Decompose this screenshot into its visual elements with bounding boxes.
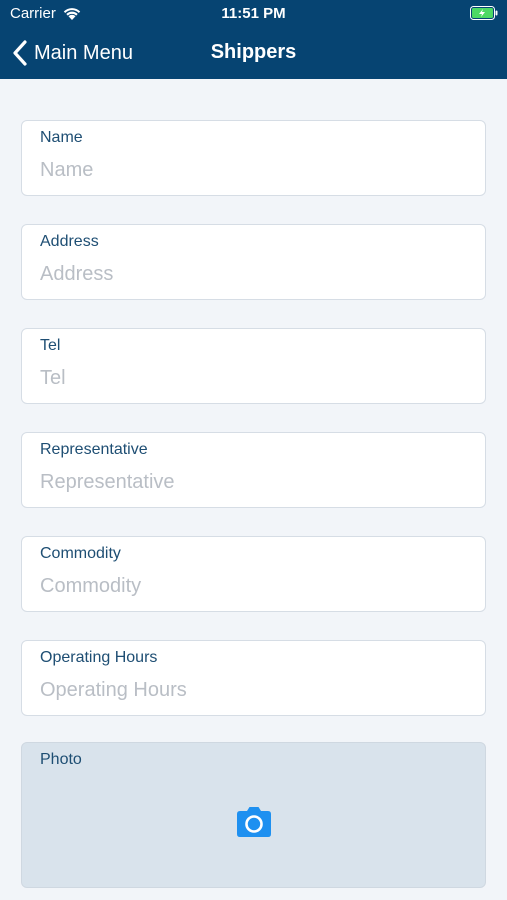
representative-label: Representative [40, 441, 148, 458]
commodity-label: Commodity [40, 545, 121, 562]
status-bar: Carrier 11:51 PM [0, 0, 507, 28]
app-header: Carrier 11:51 PM Main Menu Shippers [0, 0, 507, 79]
address-label: Address [40, 233, 99, 250]
navigation-bar: Main Menu Shippers [0, 28, 507, 79]
commodity-field: Commodity [21, 536, 486, 612]
representative-input[interactable] [40, 467, 465, 497]
camera-icon[interactable] [236, 806, 272, 838]
address-input[interactable] [40, 259, 465, 289]
commodity-input[interactable] [40, 571, 465, 601]
photo-label: Photo [40, 751, 82, 768]
page-title: Shippers [210, 41, 297, 63]
operating-hours-label: Operating Hours [40, 649, 158, 666]
tel-input[interactable] [40, 363, 465, 393]
operating-hours-input[interactable] [40, 675, 465, 705]
photo-field: Photo [21, 742, 486, 888]
tel-label: Tel [40, 337, 61, 354]
battery-charging-icon [470, 6, 498, 20]
name-field: Name [21, 120, 486, 196]
name-label: Name [40, 129, 83, 146]
tel-field: Tel [21, 328, 486, 404]
representative-field: Representative [21, 432, 486, 508]
name-input[interactable] [40, 155, 465, 185]
operating-hours-field: Operating Hours [21, 640, 486, 716]
address-field: Address [21, 224, 486, 300]
clock: 11:51 PM [221, 5, 286, 22]
